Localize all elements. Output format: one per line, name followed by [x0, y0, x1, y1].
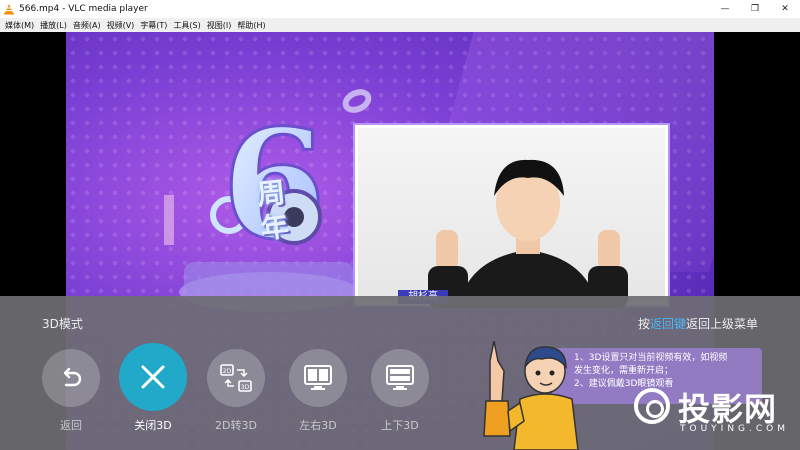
close-3d-label: 关闭3D — [134, 419, 172, 432]
side-by-side-icon — [304, 365, 332, 390]
top-bottom-icon — [386, 365, 414, 390]
title-bar: 566.mp4 - VLC media player — ❐ ✕ — [0, 0, 800, 18]
close-button[interactable]: ✕ — [770, 0, 800, 18]
menu-subtitle[interactable]: 字幕(T) — [137, 20, 170, 31]
maximize-button[interactable]: ❐ — [740, 0, 770, 18]
menu-view[interactable]: 视图(I) — [204, 20, 235, 31]
side-by-side-3d-label: 左右3D — [299, 419, 337, 432]
panel-title: 3D模式 — [42, 317, 83, 331]
back-button[interactable] — [42, 349, 100, 407]
back-button-label: 返回 — [60, 419, 82, 432]
watermark-subtext: TOUYING.COM — [680, 424, 790, 434]
close-3d-button[interactable] — [119, 343, 187, 411]
svg-text:2D: 2D — [223, 368, 232, 375]
back-hint: 按返回键返回上级菜单 — [637, 317, 758, 331]
top-bottom-3d-button[interactable] — [371, 349, 429, 407]
undo-arrow-icon — [63, 367, 82, 387]
presenter-person — [428, 159, 628, 308]
vlc-cone-icon — [3, 3, 15, 15]
minimize-button[interactable]: — — [710, 0, 740, 18]
watermark-icon — [634, 388, 670, 424]
menu-tools[interactable]: 工具(S) — [170, 20, 203, 31]
menu-help[interactable]: 帮助(H) — [234, 20, 268, 31]
watermark-logo: 投影网 TOUYING.COM — [634, 384, 794, 444]
menu-audio[interactable]: 音频(A) — [70, 20, 104, 31]
menu-video[interactable]: 视频(V) — [104, 20, 138, 31]
anniversary-graphic: 6 周 年 — [134, 87, 374, 317]
2d-to-3d-icon: 2D 3D — [220, 364, 252, 392]
presenter-window: 胡杉高 — [355, 125, 668, 308]
svg-text:3D: 3D — [241, 384, 250, 391]
2d-to-3d-button[interactable]: 2D 3D — [207, 349, 265, 407]
menu-bar: 媒体(M) 播放(L) 音频(A) 视频(V) 字幕(T) 工具(S) 视图(I… — [0, 18, 800, 32]
side-by-side-3d-button[interactable] — [289, 349, 347, 407]
menu-media[interactable]: 媒体(M) — [2, 20, 37, 31]
top-bottom-3d-label: 上下3D — [381, 419, 419, 432]
2d-to-3d-label: 2D转3D — [215, 419, 257, 432]
window-controls: — ❐ ✕ — [710, 0, 800, 18]
menu-playback[interactable]: 播放(L) — [37, 20, 70, 31]
close-x-icon — [141, 365, 165, 389]
window-title: 566.mp4 - VLC media player — [19, 4, 148, 14]
mascot-character — [483, 341, 579, 450]
